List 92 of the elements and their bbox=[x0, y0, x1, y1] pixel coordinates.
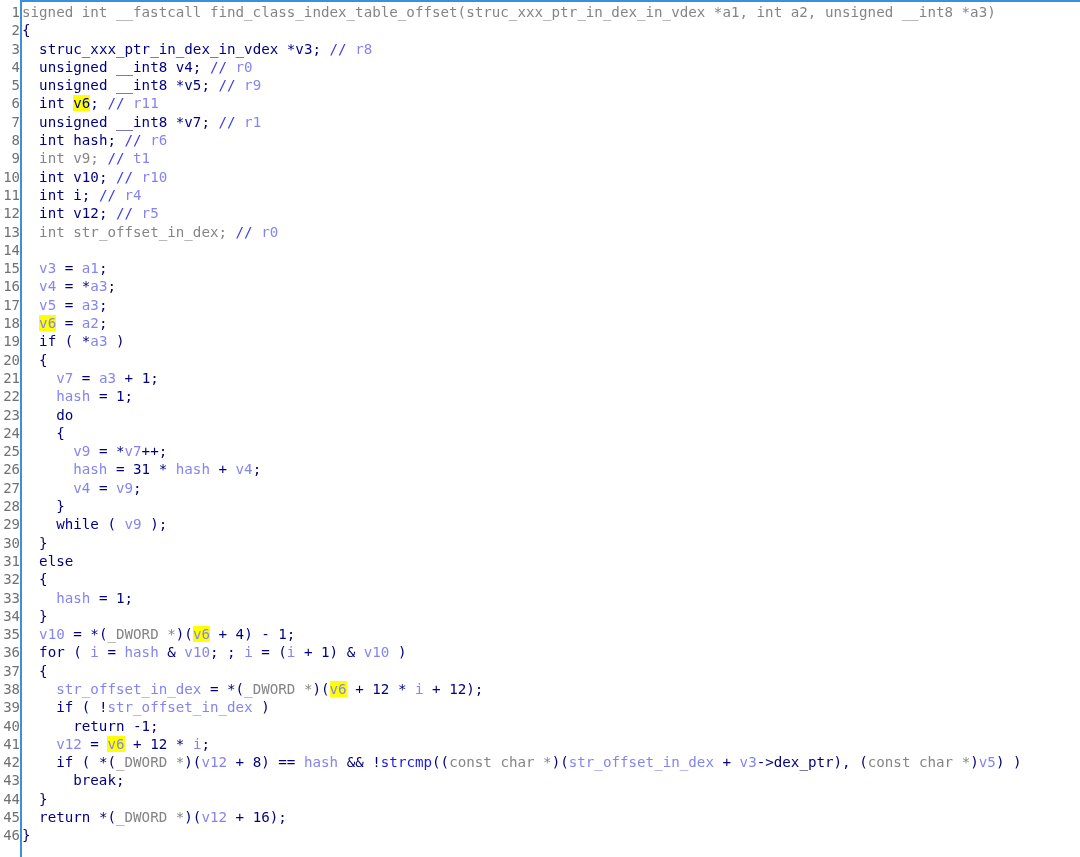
line-number: 13 bbox=[2, 222, 20, 241]
code-line: } bbox=[38, 606, 48, 626]
code-line: struc_xxx_ptr_in_dex_in_vdex *v3; // r8 bbox=[38, 39, 373, 58]
code-line: v6 = a2; bbox=[38, 314, 108, 333]
line-number: 32 bbox=[2, 570, 20, 589]
line-number: 9 bbox=[10, 149, 20, 168]
code-line: str_offset_in_dex = *(_DWORD *)(v6 + 12 * i + 12); bbox=[55, 680, 484, 699]
line-number: 46 bbox=[2, 826, 20, 845]
code-line: hash = 31 * hash + v4; bbox=[72, 460, 262, 479]
line-number: 37 bbox=[2, 661, 20, 680]
code-line: if ( *a3 ) bbox=[38, 332, 125, 351]
line-number: 16 bbox=[2, 277, 20, 296]
line-number: 33 bbox=[2, 588, 20, 607]
code-line: int str_offset_in_dex; // r0 bbox=[38, 222, 279, 241]
line-number: 35 bbox=[2, 625, 20, 644]
code-line: do bbox=[55, 405, 74, 424]
code-line: int v6; // r11 bbox=[38, 94, 159, 113]
code-line: if ( *(_DWORD *)(v12 + 8) == hash && !strcmp((const char *)(str_offset_in_dex + v3->dex_ptr), (const char *)v5) ) bbox=[55, 753, 1022, 772]
code-editor-panel[interactable] bbox=[20, 0, 1080, 857]
code-line: for ( i = hash & v10; ; i = (i + 1) & v10 ) bbox=[38, 643, 407, 662]
code-line: v7 = a3 + 1; bbox=[55, 368, 159, 388]
code-line: v4 = v9; bbox=[72, 478, 142, 497]
line-number: 6 bbox=[10, 94, 20, 113]
line-number: 23 bbox=[2, 405, 20, 424]
line-number: 40 bbox=[2, 716, 20, 735]
line-number: 22 bbox=[2, 387, 20, 406]
code-line: } bbox=[55, 497, 65, 516]
code-line: if ( !str_offset_in_dex ) bbox=[55, 698, 270, 717]
code-line: int v9; // t1 bbox=[38, 149, 151, 168]
code-line: hash = 1; bbox=[55, 387, 134, 406]
line-number: 27 bbox=[2, 478, 20, 497]
line-number: 19 bbox=[2, 332, 20, 351]
line-number: 31 bbox=[2, 551, 20, 571]
code-line: hash = 1; bbox=[55, 588, 134, 607]
code-line: int v12; // r5 bbox=[38, 204, 159, 223]
line-number: 14 bbox=[2, 240, 20, 260]
code-line: { bbox=[22, 21, 31, 40]
line-number: 3 bbox=[10, 39, 20, 58]
line-number: 45 bbox=[2, 808, 20, 827]
code-line: int i; // r4 bbox=[38, 185, 142, 205]
code-line: { bbox=[38, 661, 48, 680]
code-line: v4 = *a3; bbox=[38, 277, 116, 296]
code-line: while ( v9 ); bbox=[55, 515, 168, 534]
line-number: 34 bbox=[2, 606, 20, 626]
line-number: 4 bbox=[10, 57, 20, 77]
line-number: 42 bbox=[2, 753, 20, 772]
code-line: v12 = v6 + 12 * i; bbox=[55, 734, 210, 754]
code-line: unsigned __int8 *v5; // r9 bbox=[38, 76, 262, 95]
line-number: 1 bbox=[10, 3, 20, 22]
line-number: 26 bbox=[2, 460, 20, 479]
line-number: 30 bbox=[2, 533, 20, 552]
line-number: 44 bbox=[2, 789, 20, 809]
line-number: 36 bbox=[2, 643, 20, 662]
line-number: 24 bbox=[2, 423, 20, 443]
code-line: return -1; bbox=[72, 716, 159, 735]
line-number: 20 bbox=[2, 350, 20, 369]
line-number: 11 bbox=[2, 185, 20, 205]
line-number: 28 bbox=[2, 497, 20, 516]
line-number: 8 bbox=[10, 131, 20, 150]
code-line: { bbox=[38, 570, 48, 589]
line-number: 18 bbox=[2, 314, 20, 333]
line-number: 39 bbox=[2, 698, 20, 717]
code-line: break; bbox=[72, 771, 125, 790]
code-line: else bbox=[38, 551, 74, 571]
code-line: } bbox=[38, 533, 48, 552]
code-line: { bbox=[38, 350, 48, 369]
line-number: 21 bbox=[2, 368, 20, 388]
code-line: signed int __fastcall find_class_index_table_offset(struc_xxx_ptr_in_dex_in_vdex *a1, int a2, unsigned __int8 *a3) bbox=[22, 3, 996, 22]
code-line: int hash; // r6 bbox=[38, 131, 168, 150]
code-line: v5 = a3; bbox=[38, 295, 108, 315]
code-line: } bbox=[38, 789, 48, 809]
line-number: 25 bbox=[2, 442, 20, 461]
line-number: 15 bbox=[2, 259, 20, 278]
code-line: int v10; // r10 bbox=[38, 167, 168, 186]
line-number: 17 bbox=[2, 295, 20, 315]
code-line: unsigned __int8 v4; // r0 bbox=[38, 58, 253, 77]
line-number: 29 bbox=[2, 515, 20, 534]
line-number: 43 bbox=[2, 771, 20, 790]
line-number: 7 bbox=[10, 112, 20, 132]
line-number: 5 bbox=[10, 76, 20, 95]
line-number: 10 bbox=[2, 167, 20, 186]
line-number: 38 bbox=[2, 680, 20, 699]
line-number: 12 bbox=[2, 204, 20, 223]
code-line: v10 = *(_DWORD *)(v6 + 4) - 1; bbox=[38, 625, 296, 644]
code-line: unsigned __int8 *v7; // r1 bbox=[38, 112, 262, 132]
code-line: v3 = a1; bbox=[38, 259, 108, 278]
code-line: } bbox=[22, 826, 31, 845]
code-line: v9 = *v7++; bbox=[72, 442, 168, 461]
line-number: 41 bbox=[2, 734, 20, 754]
code-line: { bbox=[55, 423, 65, 443]
line-number: 2 bbox=[10, 21, 20, 40]
code-line: return *(_DWORD *)(v12 + 16); bbox=[38, 808, 287, 827]
